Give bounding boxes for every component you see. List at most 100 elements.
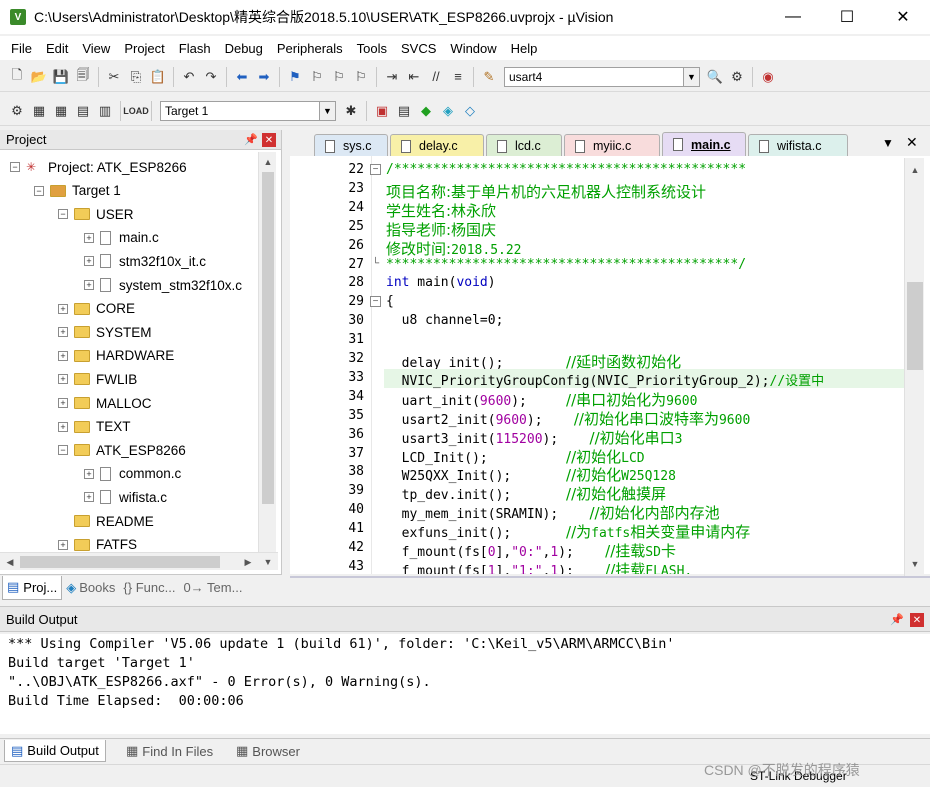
scroll-left-icon[interactable]: ◀ [2,554,18,570]
tree-scrollbar[interactable]: ▲ [258,152,276,552]
hscroll-thumb[interactable] [20,556,220,568]
download-icon[interactable]: LOAD [123,100,149,122]
scroll-down-icon[interactable]: ▼ [907,556,923,572]
collapse-icon[interactable]: − [58,209,68,220]
select-packs-icon[interactable]: ◈ [437,100,459,122]
expand-icon[interactable]: + [58,374,68,385]
save-all-icon[interactable]: 🗐 [72,66,94,88]
batch-build-icon[interactable]: ▤ [72,100,94,122]
target-select[interactable]: Target 1 ▼ [160,100,336,121]
scroll-up-icon[interactable]: ▲ [907,162,923,178]
tree-item[interactable]: + main.c [84,227,159,249]
expand-icon[interactable]: + [84,280,94,290]
tab-find-in-files[interactable]: ▦ Find In Files [126,740,213,762]
expand-icon[interactable]: + [58,539,68,550]
copy-icon[interactable]: ⎘ [125,66,147,88]
close-button[interactable]: ✕ [880,0,926,34]
tree-item[interactable]: + SYSTEM [58,321,152,343]
pin-icon[interactable]: 📌 [244,133,258,146]
books-icon[interactable]: ▤ [393,100,415,122]
translate-icon[interactable]: ⚙ [6,100,28,122]
indent-icon[interactable]: ⇥ [381,66,403,88]
tab-functions[interactable]: {} Func... [119,580,179,595]
pack-installer-icon[interactable]: ◆ [415,100,437,122]
code-editor[interactable]: 22−/************************************… [290,156,930,574]
tree-item[interactable]: + common.c [84,463,181,485]
tree-item[interactable]: + stm32f10x_it.c [84,250,206,272]
expand-icon[interactable]: + [58,327,68,338]
find-icon[interactable]: 🔍 [704,66,726,88]
collapse-icon[interactable]: − [58,445,68,456]
target-options-icon[interactable]: ✱ [340,100,362,122]
menu-svcs[interactable]: SVCS [394,41,443,56]
close-tab-icon[interactable]: ✕ [906,134,918,151]
save-icon[interactable]: 💾 [50,66,72,88]
scroll-right-icon[interactable]: ▶ [240,554,256,570]
expand-icon[interactable]: + [58,303,68,314]
tree-item[interactable]: − ✳ Project: ATK_ESP8266 [10,156,187,178]
prev-bookmark-icon[interactable]: ⚐ [306,66,328,88]
scroll-up-icon[interactable]: ▲ [260,154,276,170]
menu-peripherals[interactable]: Peripherals [270,41,350,56]
editor-tab[interactable]: myiic.c [564,134,660,156]
expand-icon[interactable]: + [84,232,94,243]
clear-bookmarks-icon[interactable]: ⚐ [350,66,372,88]
collapse-icon[interactable]: − [10,162,20,172]
chevron-down-icon[interactable]: ▼ [683,67,699,86]
tree-item[interactable]: + FWLIB [58,368,137,390]
stop-build-icon[interactable]: ▥ [94,100,116,122]
rebuild-icon[interactable]: ▦ [50,100,72,122]
tab-build-output[interactable]: ▤ Build Output [4,740,106,762]
menu-window[interactable]: Window [443,41,503,56]
paste-icon[interactable]: 📋 [147,66,169,88]
close-panel-icon[interactable]: ✕ [262,133,276,147]
build-output-text[interactable]: *** Using Compiler 'V5.06 update 1 (buil… [0,634,930,734]
expand-icon[interactable]: + [58,350,68,361]
menu-edit[interactable]: Edit [39,41,75,56]
tree-item[interactable]: + CORE [58,298,135,320]
find-combo[interactable]: usart4 ▼ [504,66,700,87]
incremental-find-icon[interactable]: ⚙ [726,66,748,88]
tab-browser[interactable]: ▦ Browser [236,740,300,762]
pin-icon[interactable]: 📌 [890,613,904,626]
unindent-icon[interactable]: ⇤ [403,66,425,88]
comment-icon[interactable]: // [425,66,447,88]
tab-books[interactable]: ◈ Books [62,580,119,596]
menu-project[interactable]: Project [117,41,171,56]
build-icon[interactable]: ▦ [28,100,50,122]
chevron-down-icon[interactable]: ▼ [319,101,335,120]
expand-icon[interactable]: + [84,256,94,267]
tree-item[interactable]: − Target 1 [34,180,121,202]
expand-icon[interactable]: + [84,468,94,479]
fold-collapse-icon[interactable]: − [370,164,381,175]
cut-icon[interactable]: ✂ [103,66,125,88]
menu-tools[interactable]: Tools [350,41,394,56]
menu-debug[interactable]: Debug [218,41,270,56]
maximize-button[interactable]: ☐ [824,0,870,34]
menu-flash[interactable]: Flash [172,41,218,56]
close-panel-icon[interactable]: ✕ [910,613,924,627]
tree-item[interactable]: + TEXT [58,416,131,438]
editor-tab[interactable]: lcd.c [486,134,562,156]
expand-icon[interactable]: + [84,492,94,503]
redo-icon[interactable]: ↷ [200,66,222,88]
manage-project-icon[interactable]: ▣ [371,100,393,122]
editor-tab[interactable]: wifista.c [748,134,848,156]
open-file-icon[interactable]: 📂 [28,66,50,88]
new-file-icon[interactable]: 🗋 [6,66,28,88]
navigate-forward-icon[interactable]: ➡ [253,66,275,88]
tab-list-icon[interactable]: ▼ [882,136,894,150]
find-in-files-icon[interactable]: ✎ [478,66,500,88]
fold-collapse-icon[interactable]: − [370,296,381,308]
scroll-thumb[interactable] [262,172,274,504]
editor-scrollbar[interactable]: ▲ ▼ [904,158,924,576]
tree-item[interactable]: README [58,510,154,532]
tree-item[interactable]: + system_stm32f10x.c [84,274,242,296]
editor-scroll-thumb[interactable] [907,282,923,370]
tab-templates[interactable]: 0→ Tem... [179,580,246,595]
tree-item[interactable]: + wifista.c [84,486,167,508]
tree-item[interactable]: − USER [58,203,134,225]
menu-file[interactable]: File [4,41,39,56]
tab-project[interactable]: ▤ Proj... [2,575,63,600]
editor-tab[interactable]: delay.c [390,134,484,156]
